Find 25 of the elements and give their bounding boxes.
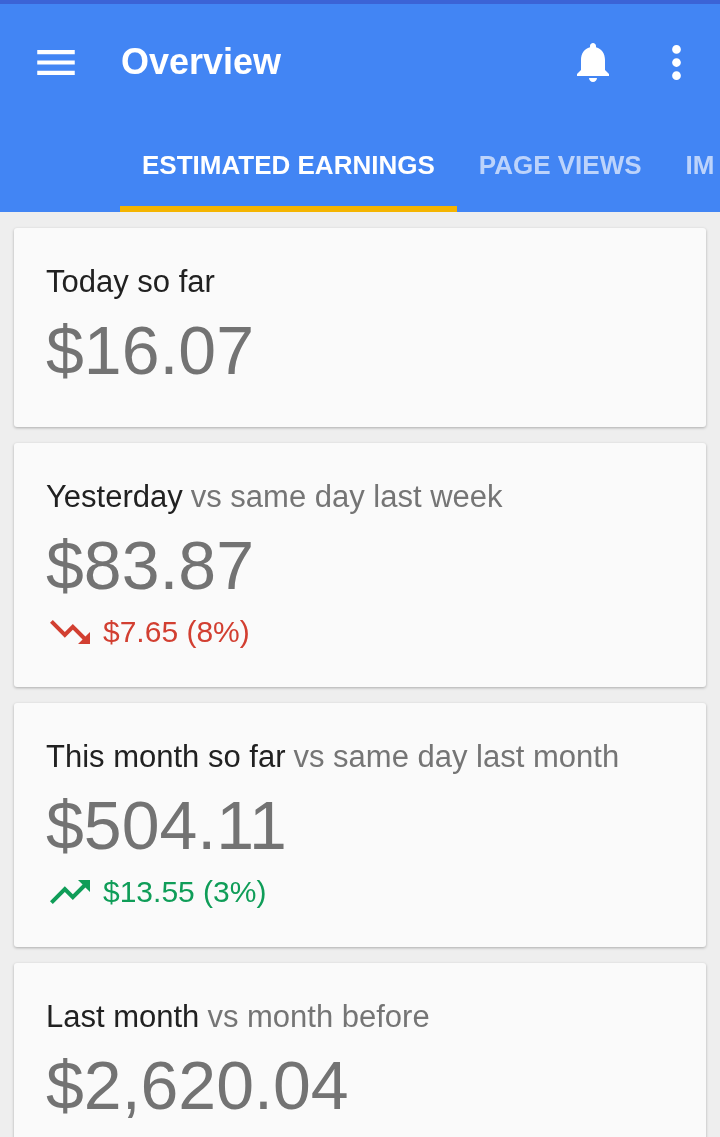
- trend-down-icon: [50, 620, 90, 644]
- tab[interactable]: PAGE VIEWS: [456, 120, 664, 212]
- trend-up-icon: [50, 880, 90, 904]
- comparison-label: vs same day last week: [190, 479, 503, 515]
- comparison-label: vs month before: [207, 999, 430, 1035]
- app-title: Overview: [121, 40, 282, 84]
- tab[interactable]: IM: [663, 120, 720, 212]
- more-options-icon: [672, 44, 681, 80]
- amount-value: $83.87: [46, 526, 254, 605]
- tab[interactable]: ESTIMATED EARNINGS: [120, 120, 457, 212]
- menu-button[interactable]: [37, 49, 75, 75]
- period-label: Today so far: [46, 264, 215, 300]
- bell-icon: [577, 42, 609, 82]
- change-value: $7.65 (8%): [103, 614, 250, 650]
- comparison-label: vs same day last month: [293, 739, 620, 775]
- amount-value: $504.11: [46, 786, 287, 865]
- amount-value: $16.07: [46, 311, 254, 390]
- period-label: Last month: [46, 999, 200, 1035]
- period-label: Yesterday: [46, 479, 183, 515]
- amount-value: $2,620.04: [46, 1046, 349, 1125]
- change-value: $13.55 (3%): [103, 874, 267, 910]
- notifications-button[interactable]: [577, 42, 609, 82]
- menu-icon: [37, 49, 75, 75]
- period-label: This month so far: [46, 739, 286, 775]
- more-options-button[interactable]: [672, 44, 681, 80]
